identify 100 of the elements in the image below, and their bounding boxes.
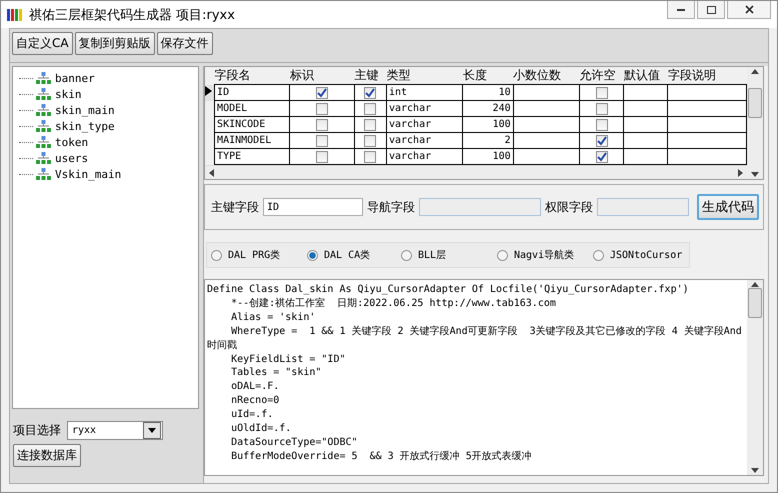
code-line: KeyFieldList = "ID": [230, 352, 346, 366]
code-line: DataSourceType="ODBC": [230, 436, 359, 450]
tree-item[interactable]: users: [54, 152, 90, 164]
scroll-right-icon[interactable]: [738, 168, 743, 176]
column-header: 小数位数: [513, 67, 580, 84]
checkbox[interactable]: [364, 134, 376, 146]
code-line: oDAL=.F.: [230, 380, 280, 394]
window-title: 祺佑三层框架代码生成器 项目:ryxx: [29, 6, 236, 24]
checkbox[interactable]: [316, 118, 328, 130]
table-icon: [36, 152, 51, 164]
code-line: Define Class Dal_skin As Qiyu_CursorAdapter Of Locfile('Qiyu_CursorAdapter.fxp'): [207, 283, 690, 297]
table-icon: [36, 136, 51, 148]
checkbox[interactable]: [596, 118, 608, 130]
tree-item[interactable]: skin_main: [54, 104, 116, 116]
scrollbar-thumb[interactable]: [748, 88, 762, 118]
code-line: uOldId=.f.: [230, 422, 292, 436]
column-header: 默认值: [624, 67, 668, 84]
scroll-down-icon[interactable]: [751, 468, 759, 473]
code-line: Alias = 'skin': [230, 310, 316, 325]
radio-option[interactable]: Nagvi导航类: [497, 248, 593, 262]
checkbox[interactable]: [316, 150, 328, 162]
table-cell: 2: [462, 132, 514, 148]
radio-button[interactable]: [307, 250, 318, 260]
tree-item[interactable]: banner: [54, 72, 96, 84]
table-icon: [36, 104, 51, 116]
code-line: uId=.f.: [230, 408, 274, 422]
field-label: 主键字段: [211, 198, 259, 216]
row-pointer-icon: [205, 86, 212, 96]
table-cell: int: [386, 84, 463, 100]
checkbox[interactable]: [364, 118, 376, 130]
close-button[interactable]: [727, 1, 771, 19]
tree-item[interactable]: token: [54, 136, 90, 148]
radio-button[interactable]: [497, 250, 508, 260]
table-icon: [36, 120, 51, 132]
column-header: 主键: [354, 67, 386, 84]
table-cell: varchar: [386, 132, 463, 148]
checkbox[interactable]: [364, 86, 376, 98]
scroll-left-icon[interactable]: [209, 168, 214, 176]
checkbox[interactable]: [316, 102, 328, 114]
tree-item[interactable]: skin_type: [54, 120, 116, 132]
checkbox[interactable]: [596, 134, 608, 146]
maximize-icon: [706, 6, 716, 14]
column-header: 标识: [290, 67, 354, 84]
table-cell: MAINMODEL: [214, 132, 290, 148]
table-cell: 240: [462, 100, 514, 116]
radio-option[interactable]: DAL PRG类: [211, 248, 307, 262]
radio-option[interactable]: DAL CA类: [307, 248, 401, 262]
maximize-button[interactable]: [697, 1, 725, 19]
scrollbar-thumb[interactable]: [748, 288, 762, 318]
app-icon: [7, 8, 23, 22]
tree-item[interactable]: skin: [54, 88, 82, 100]
code-line: WhereType = 1 && 1 关键字段 2 关键字段And可更新字段 3关键字段及其它已修改的字段 4 关键字段And时间戳: [207, 324, 743, 353]
close-icon: [744, 5, 754, 14]
checkbox[interactable]: [316, 134, 328, 146]
table-cell: SKINCODE: [214, 116, 290, 132]
radio-button[interactable]: [593, 250, 604, 260]
column-header: 允许空: [580, 67, 624, 84]
connect-button[interactable]: 连接数据库: [13, 444, 81, 467]
minimize-icon: [677, 8, 685, 10]
vertical-scrollbar[interactable]: [747, 67, 763, 179]
checkbox[interactable]: [596, 150, 608, 162]
field-label: 权限字段: [545, 198, 593, 216]
table-cell: varchar: [386, 100, 463, 116]
radio-button[interactable]: [211, 250, 222, 260]
vertical-scrollbar[interactable]: [747, 280, 763, 475]
checkbox[interactable]: [596, 86, 608, 98]
checkbox[interactable]: [364, 150, 376, 162]
toolbar-button[interactable]: 自定义CA: [12, 32, 73, 55]
input-field[interactable]: ID: [263, 198, 363, 216]
generate-button[interactable]: 生成代码: [697, 194, 759, 220]
toolbar-button[interactable]: 复制到剪贴版: [74, 32, 155, 55]
code-line: nRecno=0: [230, 394, 280, 408]
column-header: 字段名: [214, 67, 290, 84]
column-header: 类型: [386, 67, 463, 84]
radio-button[interactable]: [401, 250, 412, 260]
tree-item[interactable]: Vskin_main: [54, 168, 122, 180]
toolbar-button[interactable]: 保存文件: [156, 32, 213, 55]
field-label: 导航字段: [367, 198, 415, 216]
column-header: 长度: [462, 67, 514, 84]
checkbox[interactable]: [316, 86, 328, 98]
radio-option[interactable]: BLL层: [401, 248, 497, 262]
caret-icon: [148, 428, 156, 433]
table-cell: MODEL: [214, 100, 290, 116]
code-line: *--创建:祺佑工作室 日期:2022.06.25 http://www.tab163.com: [230, 296, 557, 311]
field-label: 项目选择: [13, 422, 61, 439]
radio-option[interactable]: JSONtoCursor: [593, 250, 689, 260]
scroll-up-icon[interactable]: [751, 69, 759, 74]
checkbox[interactable]: [364, 102, 376, 114]
checkbox[interactable]: [596, 102, 608, 114]
table-icon: [36, 168, 51, 180]
table-cell: 10: [462, 84, 514, 100]
table-icon: [36, 88, 51, 100]
horizontal-scrollbar[interactable]: [205, 165, 747, 179]
minimize-button[interactable]: [667, 1, 695, 19]
column-header: 字段说明: [668, 67, 746, 84]
project-dropdown[interactable]: ryxx: [67, 421, 163, 440]
table-cell: varchar: [386, 116, 463, 132]
scroll-down-icon[interactable]: [751, 172, 759, 177]
code-line: BufferModeOverride= 5 && 3 开放式行缓冲 5开放式表缓冲: [230, 450, 533, 464]
table-cell: ID: [214, 84, 290, 100]
